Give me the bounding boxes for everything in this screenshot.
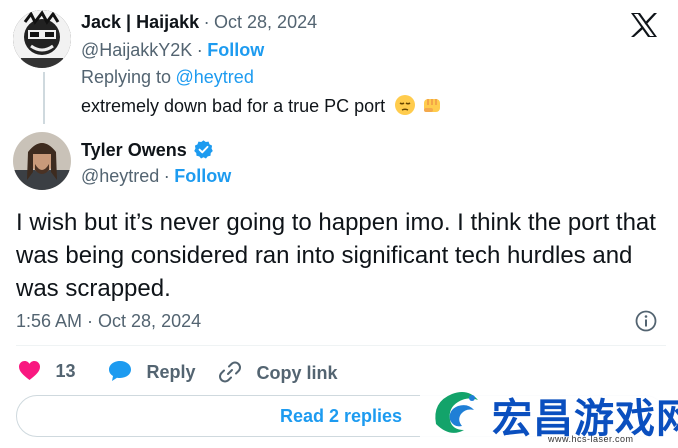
- heart-icon: [18, 360, 41, 386]
- main-timestamp[interactable]: 1:56 AM · Oct 28, 2024: [16, 311, 201, 332]
- main-tweet-text: I wish but it’s never going to happen im…: [16, 209, 656, 302]
- link-icon: [218, 360, 242, 389]
- divider: [16, 345, 666, 346]
- oncoming-fist-icon: [421, 94, 443, 121]
- main-handle[interactable]: @heytred: [81, 166, 159, 186]
- info-icon[interactable]: [634, 309, 658, 333]
- thread-connector-line: [43, 72, 45, 124]
- avatar-haijakk-image: [13, 10, 71, 68]
- watermark: 宏昌游戏网 www.hcs-laser.com: [420, 378, 678, 448]
- likes-count: 13: [55, 361, 76, 381]
- copy-link-button[interactable]: Copy link: [218, 360, 337, 384]
- like-button[interactable]: 13: [18, 360, 75, 384]
- watermark-url: www.hcs-laser.com: [548, 434, 634, 444]
- reply-date[interactable]: Oct 28, 2024: [214, 12, 317, 32]
- reply-separator: ·: [203, 12, 210, 32]
- reply-button[interactable]: Reply: [108, 360, 195, 384]
- replying-to-prefix: Replying to: [81, 67, 172, 87]
- main-handle-separator: ·: [163, 166, 170, 186]
- watermark-logo-icon: [428, 384, 484, 445]
- avatar-tyler-owens-image: [13, 132, 71, 190]
- reply-text: extremely down bad for a true PC port: [81, 96, 386, 116]
- main-display-name[interactable]: Tyler Owens: [81, 140, 187, 160]
- reply-label: Reply: [146, 362, 196, 382]
- reply-handle[interactable]: @HaijakkY2K: [81, 40, 192, 60]
- speech-bubble-icon: [108, 360, 132, 387]
- avatar-haijakk[interactable]: [13, 10, 71, 68]
- reply-handle-separator: ·: [196, 40, 203, 60]
- reply-follow-button[interactable]: Follow: [207, 40, 264, 60]
- verified-badge-icon: [193, 139, 214, 165]
- replying-to-handle[interactable]: @heytred: [176, 67, 254, 87]
- pensive-face-icon: [394, 94, 416, 121]
- main-follow-button[interactable]: Follow: [174, 166, 231, 186]
- copy-link-label: Copy link: [256, 363, 338, 383]
- reply-display-name[interactable]: Jack | Haijakk: [81, 12, 199, 32]
- x-logo-icon[interactable]: [630, 12, 658, 38]
- avatar-tyler-owens[interactable]: [13, 132, 71, 190]
